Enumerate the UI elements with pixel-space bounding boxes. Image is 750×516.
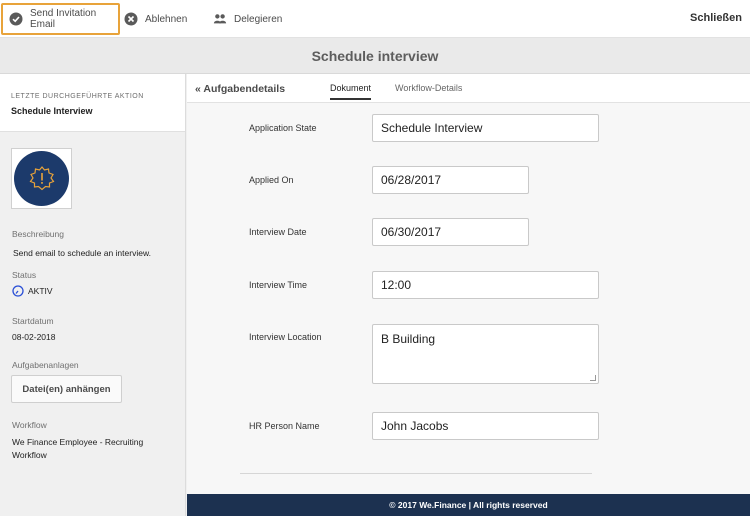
last-action-label: LETZTE DURCHGEFÜHRTE AKTION (11, 93, 144, 100)
start-date-label: Startdatum (12, 316, 54, 326)
send-invitation-email-button[interactable]: Send Invitation Email (1, 3, 120, 35)
description-value: Send email to schedule an interview. (13, 248, 151, 258)
task-details-label: Aufgabendetails (203, 83, 286, 95)
workflow-label: Workflow (12, 420, 47, 430)
applied-on-field[interactable]: 06/28/2017 (372, 166, 529, 194)
title-bar: Schedule interview (0, 38, 750, 74)
tab-document[interactable]: Dokument (330, 83, 372, 100)
task-icon-frame (11, 148, 72, 209)
tab-workflow-details[interactable]: Workflow-Details (395, 83, 462, 98)
last-action-panel: LETZTE DURCHGEFÜHRTE AKTION Schedule Int… (0, 74, 185, 132)
users-icon (213, 12, 227, 26)
description-label: Beschreibung (12, 229, 64, 239)
hr-person-name-field[interactable]: John Jacobs (372, 412, 599, 440)
reject-button[interactable]: Ablehnen (124, 3, 187, 35)
interview-location-value: B Building (381, 332, 436, 346)
status-label: Status (12, 270, 37, 280)
document-form: Application State Schedule Interview App… (187, 103, 750, 494)
close-button[interactable]: Schließen (690, 12, 742, 24)
interview-time-label: Interview Time (249, 280, 308, 290)
attachments-label: Aufgabenanlagen (12, 360, 79, 370)
application-state-field[interactable]: Schedule Interview (372, 114, 599, 142)
action-toolbar: Send Invitation Email Ablehnen Delegiere… (0, 0, 750, 38)
check-circle-icon (9, 12, 23, 26)
application-state-label: Application State (249, 123, 317, 133)
start-date-value: 08-02-2018 (12, 332, 56, 342)
workflow-value: We Finance Employee - Recruiting Workflo… (12, 437, 144, 460)
main-content: « Aufgabendetails Dokument Workflow-Deta… (187, 74, 750, 516)
reject-label: Ablehnen (145, 13, 188, 25)
status-row: AKTIV (12, 285, 53, 297)
x-circle-icon (124, 12, 138, 26)
attach-files-button[interactable]: Datei(en) anhängen (11, 375, 122, 403)
resize-handle[interactable] (590, 375, 596, 381)
last-action-value: Schedule Interview (11, 106, 93, 116)
interview-location-label: Interview Location (249, 332, 322, 342)
task-sidebar: LETZTE DURCHGEFÜHRTE AKTION Schedule Int… (0, 74, 186, 516)
tab-bar: « Aufgabendetails Dokument Workflow-Deta… (187, 74, 750, 103)
applied-on-label: Applied On (249, 175, 294, 185)
footer-copyright: © 2017 We.Finance | All rights reserved (389, 500, 548, 510)
interview-location-field[interactable]: B Building (372, 324, 599, 384)
form-footer: © 2017 We.Finance | All rights reserved (187, 494, 750, 516)
clock-icon (12, 285, 24, 297)
send-invitation-email-label: Send Invitation Email (30, 8, 97, 30)
interview-date-field[interactable]: 06/30/2017 (372, 218, 529, 246)
double-chevron-left-icon: « (195, 83, 201, 95)
delegate-button[interactable]: Delegieren (213, 3, 282, 35)
status-value: AKTIV (28, 286, 53, 296)
interview-date-label: Interview Date (249, 227, 307, 237)
page-title: Schedule interview (311, 47, 439, 64)
hr-person-name-label: HR Person Name (249, 421, 320, 431)
document-form-area: Application State Schedule Interview App… (187, 103, 750, 494)
task-details-back-link[interactable]: « Aufgabendetails (195, 83, 285, 95)
interview-time-field[interactable]: 12:00 (372, 271, 599, 299)
form-divider (240, 473, 592, 474)
alert-gear-icon (14, 151, 69, 206)
delegate-label: Delegieren (234, 13, 283, 25)
